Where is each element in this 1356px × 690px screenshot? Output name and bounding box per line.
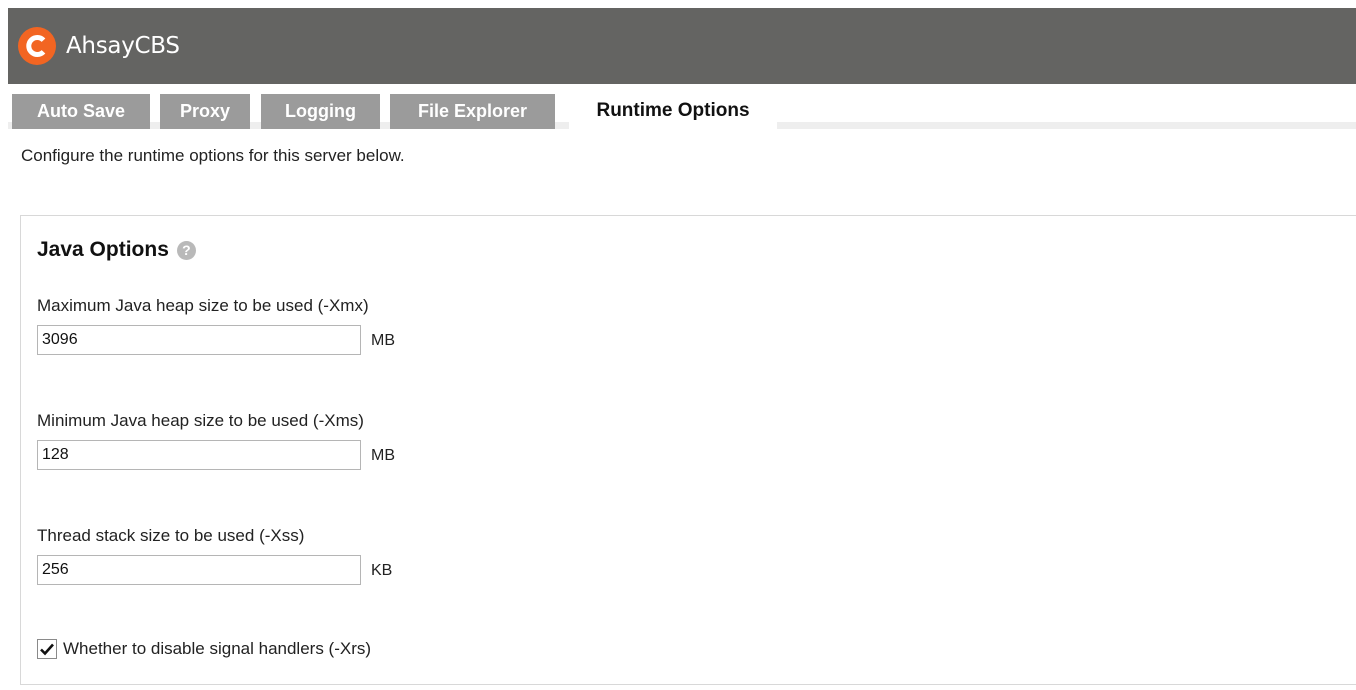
- app-title: AhsayCBS: [66, 33, 180, 59]
- ahsay-logo-icon: [18, 27, 56, 65]
- xmx-input[interactable]: [37, 325, 361, 355]
- panel-title-text: Java Options: [37, 238, 169, 261]
- panel-title: Java Options ?: [37, 238, 196, 262]
- xrs-checkbox[interactable]: [37, 639, 57, 659]
- xms-unit: MB: [371, 447, 395, 464]
- xss-input[interactable]: [37, 555, 361, 585]
- checkmark-icon: [40, 643, 54, 656]
- tab-file-explorer[interactable]: File Explorer: [390, 94, 555, 129]
- xrs-checkbox-label: Whether to disable signal handlers (-Xrs…: [63, 639, 372, 658]
- xms-input[interactable]: [37, 440, 361, 470]
- xss-unit: KB: [371, 562, 393, 579]
- xmx-unit: MB: [371, 332, 395, 349]
- page-description: Configure the runtime options for this s…: [21, 146, 405, 165]
- xss-label: Thread stack size to be used (-Xss): [37, 526, 305, 545]
- xmx-label: Maximum Java heap size to be used (-Xmx): [37, 296, 369, 315]
- tab-bar: Auto Save Proxy Logging File Explorer Ru…: [8, 84, 1356, 130]
- java-options-panel: Java Options ? Maximum Java heap size to…: [20, 215, 1356, 685]
- tab-runtime-options[interactable]: Runtime Options: [569, 92, 777, 130]
- xrs-checkbox-row[interactable]: Whether to disable signal handlers (-Xrs…: [37, 639, 371, 659]
- tab-logging[interactable]: Logging: [261, 94, 380, 129]
- app-header: AhsayCBS: [8, 8, 1356, 84]
- xms-label: Minimum Java heap size to be used (-Xms): [37, 411, 364, 430]
- tab-proxy[interactable]: Proxy: [160, 94, 250, 129]
- tab-auto-save[interactable]: Auto Save: [12, 94, 150, 129]
- question-circle-icon[interactable]: ?: [176, 240, 196, 260]
